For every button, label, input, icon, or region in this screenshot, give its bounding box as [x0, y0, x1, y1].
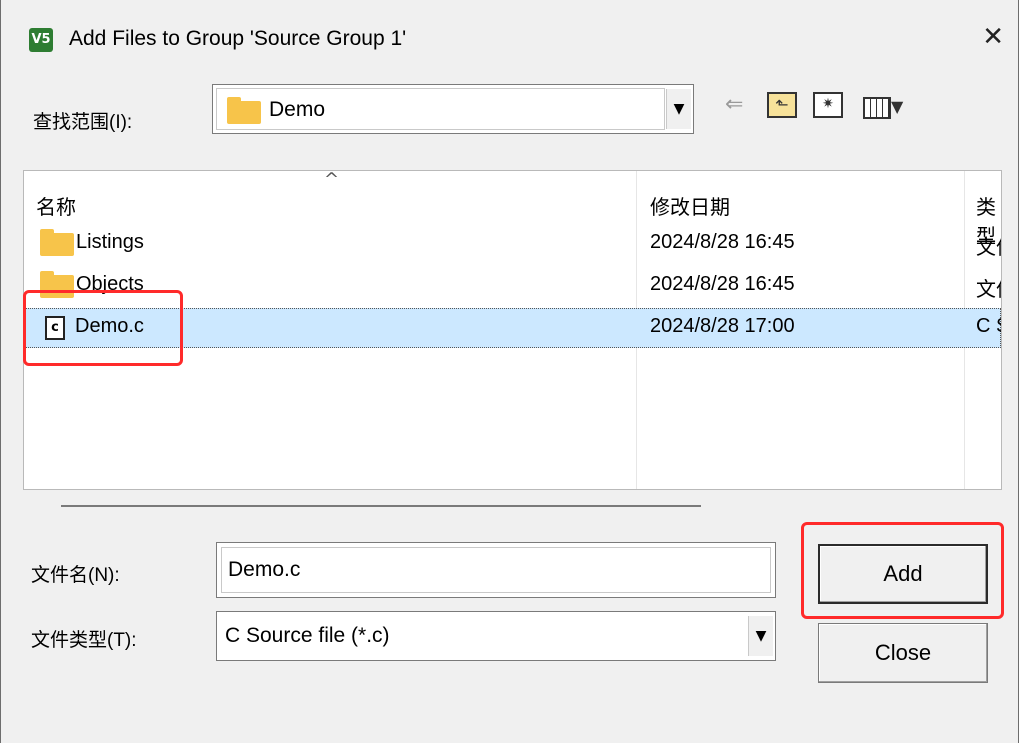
file-modified: 2024/8/28 16:45	[650, 231, 795, 253]
dialog-title: Add Files to Group 'Source Group 1'	[69, 27, 407, 50]
column-header-modified[interactable]: 修改日期	[650, 191, 730, 220]
close-button[interactable]: Close	[818, 623, 988, 683]
folder-icon	[40, 271, 74, 298]
folder-icon	[227, 97, 261, 124]
look-in-inner: Demo	[216, 88, 665, 130]
file-name-label: 文件名(N):	[31, 565, 120, 586]
view-grid-icon	[863, 96, 891, 119]
file-name-input[interactable]	[221, 547, 771, 593]
chevron-down-icon[interactable]: ▼	[666, 89, 691, 129]
list-item[interactable]: Listings 2024/8/28 16:45 文件夹	[24, 224, 1001, 264]
add-files-dialog: V5 Add Files to Group 'Source Group 1' ✕…	[0, 0, 1019, 743]
file-name: Objects	[76, 273, 144, 295]
file-type-value: C Source file (*.c)	[225, 624, 390, 647]
look-in-value: Demo	[269, 98, 326, 121]
chevron-down-icon[interactable]: ▼	[748, 616, 773, 656]
close-icon[interactable]: ✕	[982, 22, 1004, 52]
add-button[interactable]: Add	[818, 544, 988, 604]
file-type: C Source file	[976, 315, 1001, 337]
file-modified: 2024/8/28 17:00	[650, 315, 795, 337]
app-icon: V5	[29, 28, 53, 52]
look-in-label: 查找范围(I):	[33, 112, 133, 133]
column-header-name[interactable]: 名称	[36, 191, 76, 220]
look-in-combobox[interactable]: Demo ▼	[212, 84, 694, 134]
sort-ascending-icon: ^	[324, 170, 340, 190]
file-list[interactable]: ^ 名称 修改日期 类型 Listings 2024/8/28 16:45 文件…	[23, 170, 1002, 490]
c-file-icon: c	[45, 316, 65, 340]
folder-icon	[40, 229, 74, 256]
file-modified: 2024/8/28 16:45	[650, 273, 795, 295]
file-type-combobox[interactable]: C Source file (*.c) ▼	[216, 611, 776, 661]
file-name: Demo.c	[75, 315, 144, 337]
new-folder-icon[interactable]: ✷	[813, 92, 843, 118]
horizontal-scrollbar[interactable]	[61, 505, 701, 507]
up-folder-icon[interactable]: ⬑	[767, 92, 797, 118]
file-type: 文件夹	[976, 279, 1001, 301]
file-name-field[interactable]	[216, 542, 776, 598]
view-menu-icon[interactable]: ▼	[863, 92, 917, 119]
file-type: 文件夹	[976, 237, 1001, 259]
list-item[interactable]: Objects 2024/8/28 16:45 文件夹	[24, 266, 1001, 306]
back-arrow-icon[interactable]: ⇐	[725, 90, 743, 120]
list-item-selected[interactable]: c Demo.c 2024/8/28 17:00 C Source file	[24, 308, 1001, 348]
file-type-label: 文件类型(T):	[31, 630, 137, 651]
title-bar: V5 Add Files to Group 'Source Group 1' ✕	[1, 0, 1018, 80]
file-name: Listings	[76, 231, 144, 253]
